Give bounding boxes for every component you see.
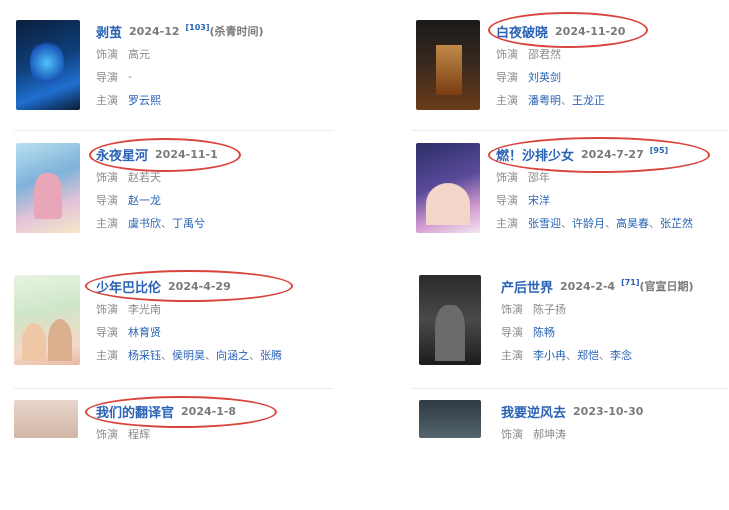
filmography-entry: 我要逆风去 2023-10-30 饰演 郝坤涛 (419, 400, 729, 510)
director-label: 导演 (496, 193, 518, 207)
cast-link[interactable]: 许龄月 (572, 215, 605, 231)
cast-label: 主演 (501, 348, 523, 362)
role-value: 陈子扬 (533, 302, 566, 316)
role-value: 高元 (128, 47, 150, 61)
director-link[interactable]: 刘英剑 (528, 69, 561, 85)
entry-title-link[interactable]: 剥茧 (96, 22, 122, 41)
cast-label: 主演 (96, 216, 118, 230)
cast-link[interactable]: 丁禹兮 (172, 215, 205, 231)
cast-link[interactable]: 郑恺 (577, 347, 599, 363)
entry-title-link[interactable]: 我要逆风去 (501, 402, 566, 421)
cast-label: 主演 (496, 216, 518, 230)
poster-image[interactable] (419, 275, 481, 365)
role-label: 饰演 (496, 47, 518, 61)
role-label: 饰演 (96, 302, 118, 316)
director-link[interactable]: 赵一龙 (128, 192, 161, 208)
cast-link[interactable]: 张芷然 (660, 215, 693, 231)
citation-link[interactable]: [103] (186, 23, 210, 32)
highlight-ellipse (85, 396, 277, 428)
director-value: - (128, 70, 132, 83)
director-label: 导演 (96, 193, 118, 207)
cast-label: 主演 (96, 93, 118, 107)
release-date: 2024-2-4 (560, 279, 616, 293)
poster-image[interactable] (416, 143, 480, 233)
role-label: 饰演 (496, 170, 518, 184)
row-divider (14, 388, 334, 389)
role-label: 饰演 (501, 302, 523, 316)
role-value: 程辉 (128, 427, 150, 441)
poster-image[interactable] (14, 400, 78, 438)
poster-image[interactable] (16, 20, 80, 110)
filmography-entry: 产后世界 2024-2-4 [71] (官宣日期) 饰演 陈子扬 导演 陈畅 主演李… (419, 275, 729, 385)
release-date: 2023-10-30 (573, 404, 644, 418)
role-label: 饰演 (96, 170, 118, 184)
director-label: 导演 (96, 325, 118, 339)
role-label: 饰演 (96, 427, 118, 441)
entry-title-link[interactable]: 产后世界 (501, 277, 553, 296)
cast-link[interactable]: 张腾 (260, 347, 282, 363)
cast-link[interactable]: 罗云熙 (128, 92, 161, 108)
role-value: 邵君然 (528, 47, 561, 61)
highlight-ellipse (488, 12, 648, 48)
citation-link[interactable]: [71] (621, 278, 639, 287)
director-label: 导演 (96, 70, 118, 84)
highlight-ellipse (85, 270, 293, 302)
role-value: 李光南 (128, 302, 161, 316)
cast-link[interactable]: 李念 (610, 347, 632, 363)
director-link[interactable]: 陈畅 (533, 324, 555, 340)
cast-link[interactable]: 王龙正 (572, 92, 605, 108)
director-label: 导演 (496, 70, 518, 84)
cast-label: 主演 (496, 93, 518, 107)
cast-link[interactable]: 杨采钰 (128, 347, 161, 363)
cast-link[interactable]: 潘粤明 (528, 92, 561, 108)
director-link[interactable]: 宋洋 (528, 192, 550, 208)
cast-link[interactable]: 李小冉 (533, 347, 566, 363)
row-divider (412, 388, 728, 389)
poster-image[interactable] (16, 143, 80, 233)
highlight-ellipse (89, 138, 241, 172)
director-label: 导演 (501, 325, 523, 339)
cast-link[interactable]: 虞书欣 (128, 215, 161, 231)
date-note: (官宣日期) (639, 280, 694, 293)
poster-image[interactable] (14, 275, 80, 365)
highlight-ellipse (488, 137, 710, 173)
cast-link[interactable]: 侯明昊 (172, 347, 205, 363)
cast-link[interactable]: 张雪迎 (528, 215, 561, 231)
role-label: 饰演 (501, 427, 523, 441)
poster-image[interactable] (416, 20, 480, 110)
poster-image[interactable] (419, 400, 481, 438)
row-divider (412, 130, 728, 131)
cast-link[interactable]: 高昊春 (616, 215, 649, 231)
release-date: 2024-12 (129, 24, 180, 38)
cast-link[interactable]: 向涵之 (216, 347, 249, 363)
filmography-entry: 剥茧 2024-12 [103] (杀青时间) 饰演 高元 导演 - 主演 罗云熙 (16, 20, 346, 130)
cast-label: 主演 (96, 348, 118, 362)
role-label: 饰演 (96, 47, 118, 61)
row-divider (14, 130, 334, 131)
director-link[interactable]: 林育贤 (128, 324, 161, 340)
role-value: 郝坤涛 (533, 427, 566, 441)
date-note: (杀青时间) (209, 25, 264, 38)
